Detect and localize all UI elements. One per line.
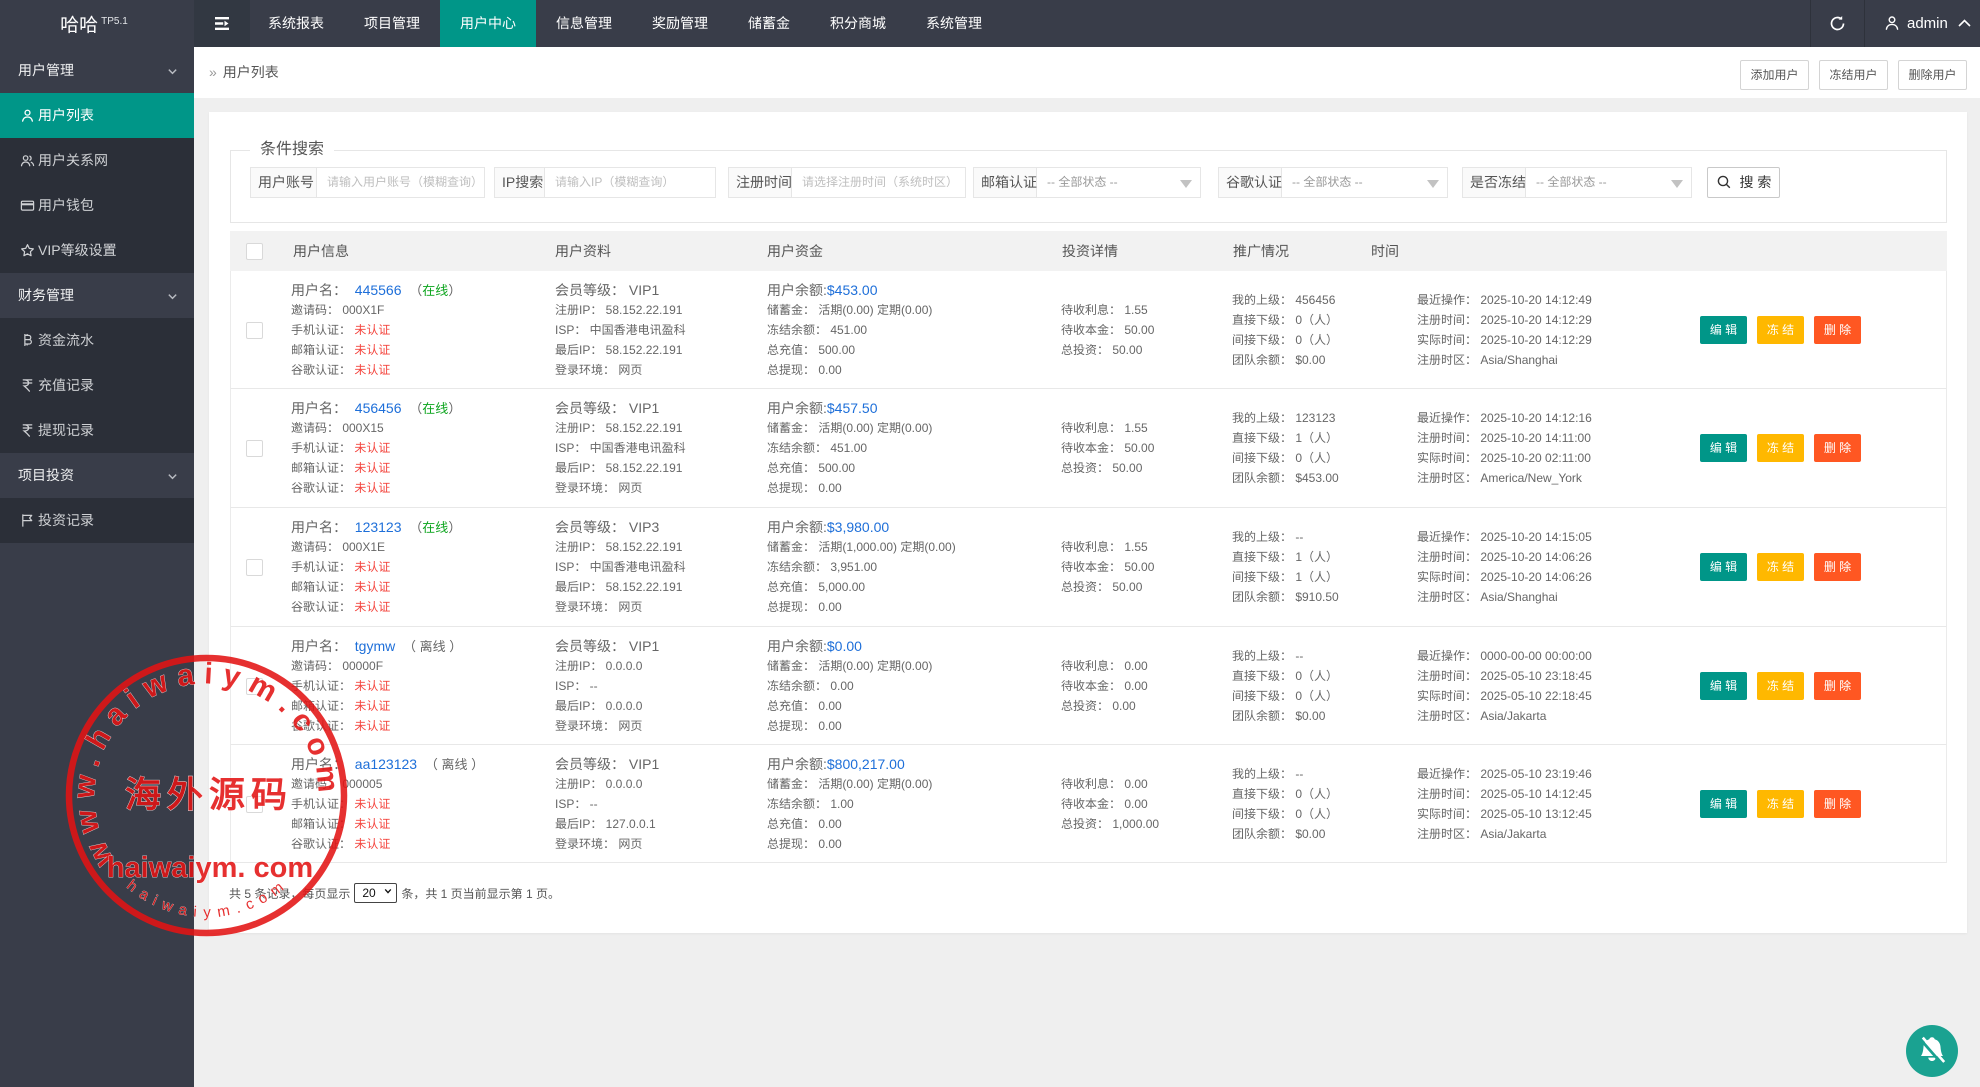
svg-text:haiwaiym. com: haiwaiym. com [107,852,313,884]
svg-text:海外源码: 海外源码 [125,766,293,818]
